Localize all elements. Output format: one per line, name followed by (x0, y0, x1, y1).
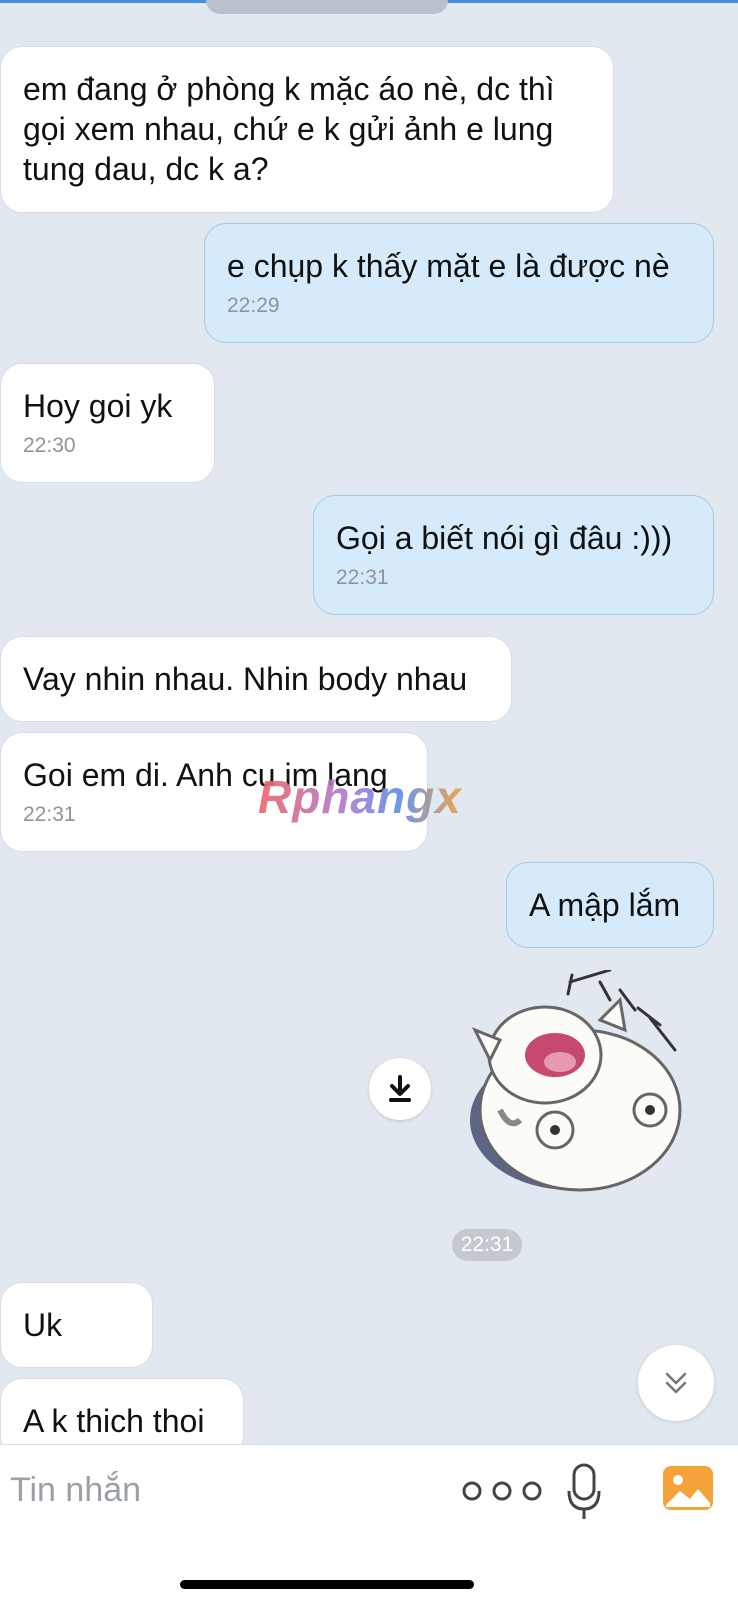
message-incoming[interactable]: Hoy goi yk 22:30 (0, 363, 215, 483)
download-icon (389, 1075, 411, 1102)
message-text: A mập lắm (529, 887, 681, 923)
image-gallery-icon[interactable] (662, 1465, 714, 1511)
message-text: e chụp k thấy mặt e là được nè (227, 248, 670, 284)
message-outgoing[interactable]: A mập lắm (506, 862, 714, 948)
message-text: Vay nhin nhau. Nhin body nhau (23, 661, 468, 697)
message-incoming[interactable]: Uk (0, 1282, 153, 1368)
message-incoming[interactable]: Vay nhin nhau. Nhin body nhau (0, 636, 512, 722)
message-text: Gọi a biết nói gì đâu :))) (336, 520, 673, 556)
home-indicator (180, 1580, 474, 1589)
message-text: Uk (23, 1307, 63, 1343)
message-text: em đang ở phòng k mặc áo nè, dc thì gọi … (23, 71, 555, 187)
watermark-logo: Rphangx (258, 771, 462, 823)
previous-date-chip (206, 0, 448, 14)
message-incoming[interactable]: em đang ở phòng k mặc áo nè, dc thì gọi … (0, 46, 614, 213)
sticker-time-chip: 22:31 (452, 1229, 522, 1261)
message-input-bar: Tin nhắn (0, 1444, 738, 1601)
message-text: A k thich thoi (23, 1403, 205, 1439)
message-time: 22:31 (336, 566, 389, 589)
scroll-to-bottom-button[interactable] (638, 1345, 714, 1421)
message-time: 22:30 (23, 434, 76, 457)
more-options-icon[interactable] (460, 1479, 544, 1503)
message-input[interactable]: Tin nhắn (10, 1471, 141, 1510)
chevron-double-down-icon (665, 1372, 687, 1394)
microphone-icon[interactable] (566, 1463, 602, 1523)
message-time: 22:29 (227, 294, 280, 317)
message-outgoing[interactable]: Gọi a biết nói gì đâu :))) 22:31 (313, 495, 714, 615)
cat-sticker-icon[interactable] (460, 968, 700, 1210)
download-sticker-button[interactable] (369, 1058, 431, 1120)
message-outgoing[interactable]: e chụp k thấy mặt e là được nè 22:29 (204, 223, 714, 343)
message-text: Hoy goi yk (23, 388, 173, 424)
